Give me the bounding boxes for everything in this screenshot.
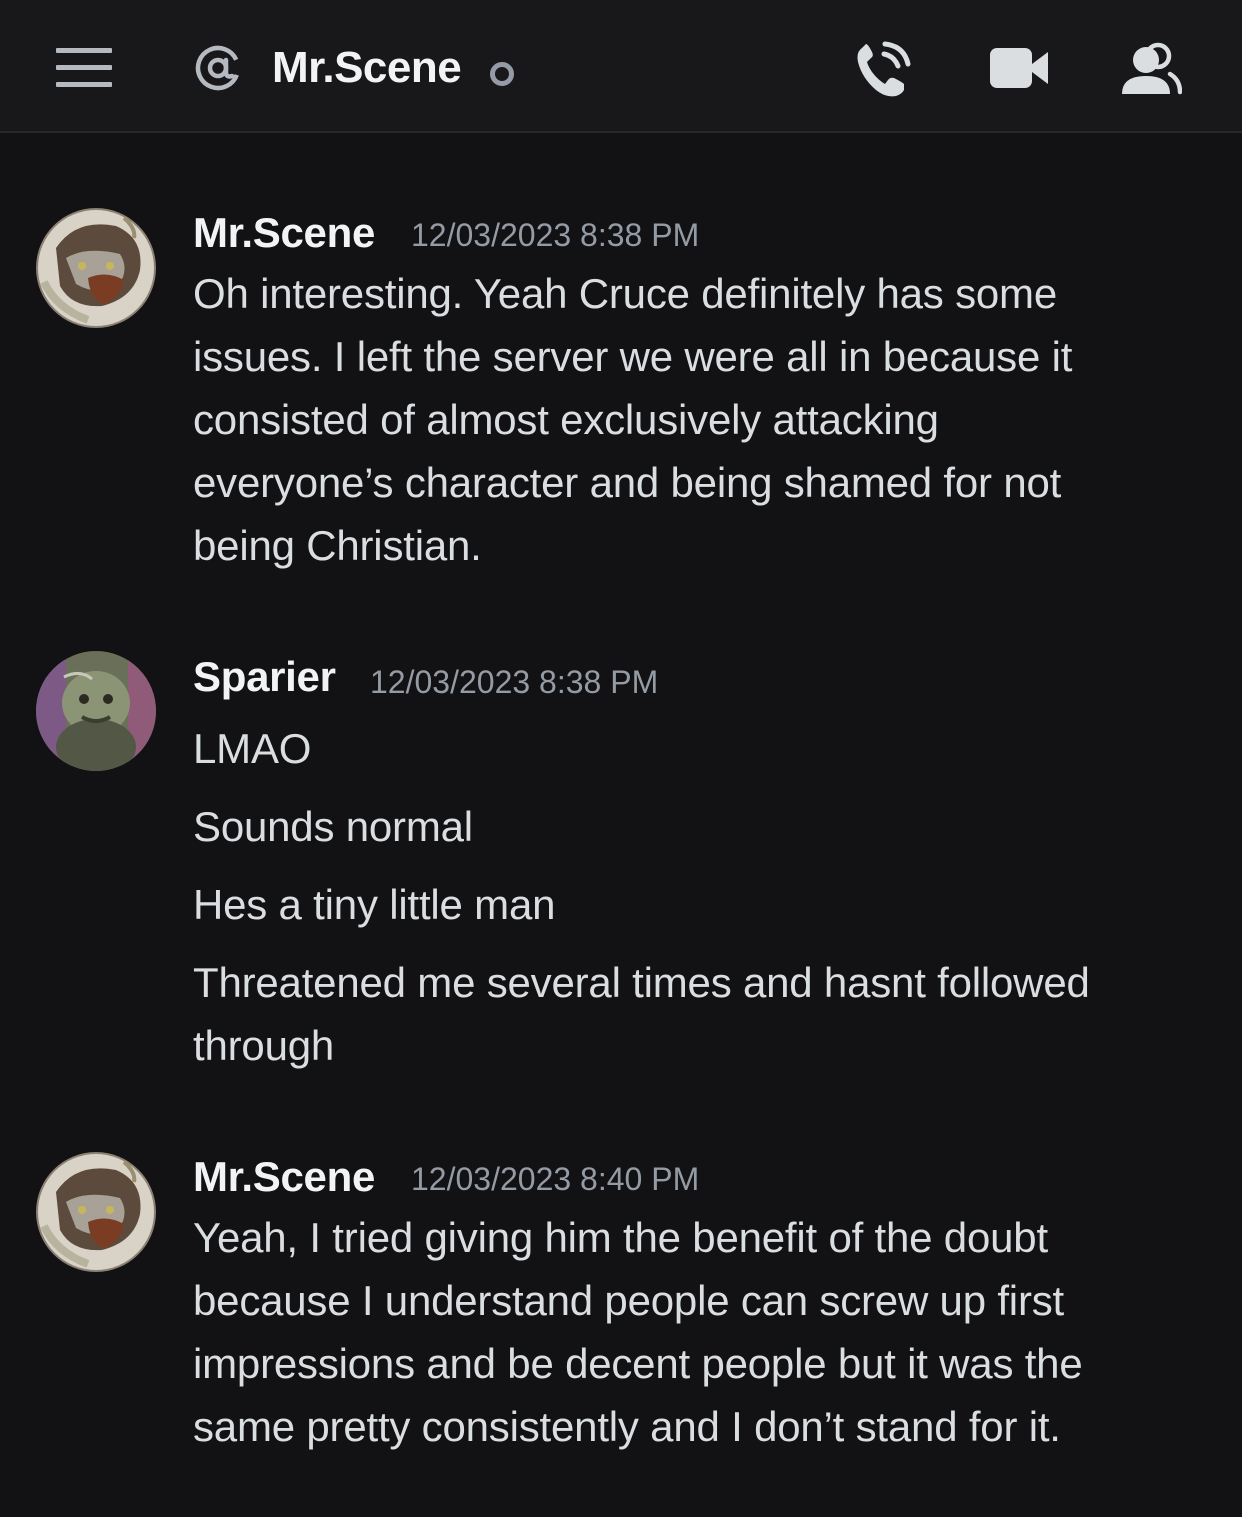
- message-list: Mr.Scene 12/03/2023 8:38 PM Oh interesti…: [0, 135, 1242, 1517]
- message-author[interactable]: Mr.Scene: [193, 1152, 375, 1202]
- message-line: Oh interesting. Yeah Cruce definitely ha…: [193, 270, 1057, 317]
- channel-name[interactable]: Mr.Scene: [272, 38, 462, 98]
- message-line: being Christian.: [193, 522, 482, 569]
- message-author[interactable]: Sparier: [193, 652, 336, 702]
- at-icon: [195, 45, 241, 91]
- message-timestamp: 12/03/2023 8:38 PM: [370, 664, 659, 700]
- avatar[interactable]: [36, 1152, 156, 1272]
- menu-icon[interactable]: [56, 48, 112, 88]
- avatar[interactable]: [36, 651, 156, 771]
- message-line: Hes a tiny little man: [193, 881, 556, 928]
- message-line: through: [193, 1022, 335, 1069]
- offline-status-icon: [490, 62, 514, 86]
- message-line: everyone’s character and being shamed fo…: [193, 459, 1062, 506]
- message-line: Threatened me several times and hasnt fo…: [193, 959, 1090, 1006]
- channel-header: Mr.Scene: [0, 0, 1242, 133]
- message-line: Sounds normal: [193, 803, 473, 850]
- message-author[interactable]: Mr.Scene: [193, 208, 375, 258]
- voice-call-icon[interactable]: [852, 40, 916, 100]
- message-line: LMAO: [193, 725, 312, 772]
- message-timestamp: 12/03/2023 8:40 PM: [411, 1161, 700, 1197]
- message-line: Yeah, I tried giving him the benefit of …: [193, 1214, 1048, 1261]
- message-line: because I understand people can screw up…: [193, 1277, 1064, 1324]
- message-timestamp: 12/03/2023 8:38 PM: [411, 217, 700, 253]
- message-line: consisted of almost exclusively attackin…: [193, 396, 939, 443]
- avatar[interactable]: [36, 208, 156, 328]
- video-call-icon[interactable]: [986, 40, 1050, 100]
- message-line: impressions and be decent people but it …: [193, 1340, 1083, 1387]
- message-line: same pretty consistently and I don’t sta…: [193, 1403, 1061, 1450]
- members-icon[interactable]: [1118, 40, 1182, 100]
- message-line: issues. I left the server we were all in…: [193, 333, 1073, 380]
